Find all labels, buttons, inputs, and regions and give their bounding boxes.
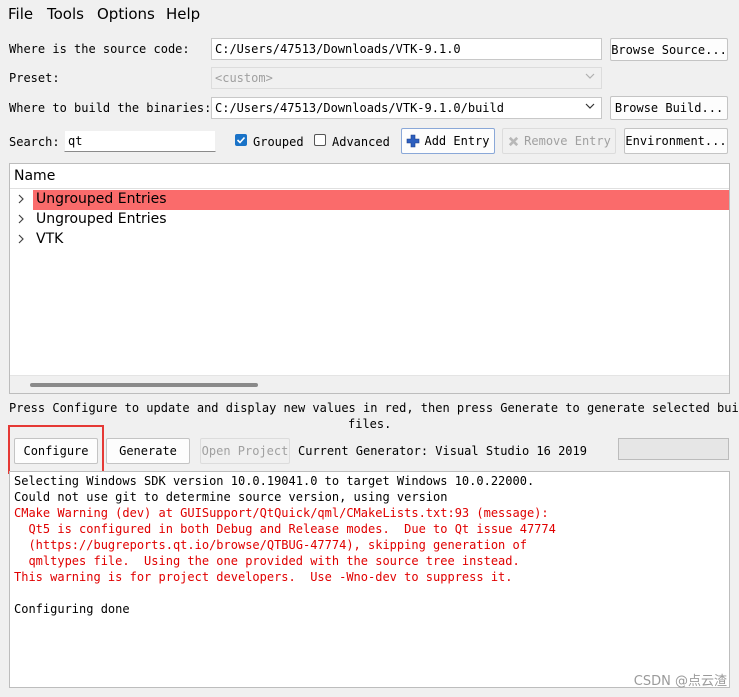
add-entry-label: Add Entry [424, 134, 490, 148]
menu-bar: File Tools Options Help [0, 0, 739, 28]
progress-bar [618, 438, 729, 460]
build-path-value: C:/Users/47513/Downloads/VTK-9.1.0/build [215, 101, 504, 115]
tree-row-ungrouped-entries-2[interactable]: Ungrouped Entries [10, 210, 729, 230]
source-label: Where is the source code: [9, 42, 190, 56]
tree-header[interactable]: Name [10, 164, 729, 189]
tree-row-vtk[interactable]: VTK [10, 230, 729, 250]
tree-row-ungrouped-entries-1[interactable]: Ungrouped Entries [10, 190, 729, 210]
browse-build-button[interactable]: Browse Build... [610, 96, 728, 120]
scrollbar-thumb[interactable] [30, 383, 258, 387]
source-path-input[interactable]: C:/Users/47513/Downloads/VTK-9.1.0 [211, 38, 602, 60]
menu-file[interactable]: File [8, 5, 33, 23]
chevron-right-icon[interactable] [16, 213, 26, 225]
horizontal-scrollbar[interactable] [10, 375, 729, 393]
grouped-label: Grouped [253, 135, 304, 149]
chevron-down-icon [585, 73, 595, 79]
open-project-label: Open Project [201, 444, 289, 458]
tree-row-label: Ungrouped Entries [36, 191, 167, 207]
configure-hint-text-cont: files. [348, 417, 392, 431]
log-line-warning: This warning is for project developers. … [14, 570, 513, 584]
preset-label: Preset: [9, 71, 60, 85]
output-log[interactable]: Selecting Windows SDK version 10.0.19041… [9, 471, 730, 688]
browse-build-label: Browse Build... [614, 101, 724, 115]
plus-icon [407, 134, 420, 148]
log-line-warning: (https://bugreports.qt.io/browse/QTBUG-4… [14, 538, 527, 552]
build-path-combo[interactable]: C:/Users/47513/Downloads/VTK-9.1.0/build [211, 97, 602, 119]
browse-source-button[interactable]: Browse Source... [610, 38, 728, 61]
checkmark-icon [236, 136, 246, 144]
log-line: Configuring done [14, 602, 130, 616]
preset-value: <custom> [215, 71, 273, 85]
remove-entry-label: Remove Entry [524, 134, 611, 148]
log-line-warning: qmltypes file. Using the one provided wi… [14, 554, 520, 568]
chevron-down-icon [585, 103, 595, 109]
remove-x-icon [508, 136, 519, 146]
name-column-header: Name [14, 168, 56, 184]
search-label: Search: [9, 135, 60, 149]
cache-tree-view[interactable]: Name Ungrouped Entries Ungrouped Entries… [9, 163, 730, 394]
log-line: Selecting Windows SDK version 10.0.19041… [14, 474, 535, 488]
browse-source-label: Browse Source... [611, 42, 727, 57]
chevron-right-icon[interactable] [16, 193, 26, 205]
log-line-warning: CMake Warning (dev) at GUISupport/QtQuic… [14, 506, 549, 520]
add-entry-button[interactable]: Add Entry [401, 128, 495, 154]
tree-row-label: Ungrouped Entries [36, 211, 167, 227]
log-line-warning: Qt5 is configured in both Debug and Rele… [14, 522, 556, 536]
menu-options[interactable]: Options [97, 5, 155, 23]
generate-label: Generate [119, 444, 177, 458]
chevron-right-icon[interactable] [16, 233, 26, 245]
menu-help[interactable]: Help [166, 5, 200, 23]
remove-entry-button[interactable]: Remove Entry [502, 128, 616, 154]
configure-hint-text: Press Configure to update and display ne… [9, 401, 739, 415]
search-input[interactable]: qt [64, 130, 216, 152]
menu-tools[interactable]: Tools [47, 5, 84, 23]
tree-row-label: VTK [36, 231, 64, 247]
advanced-checkbox[interactable] [314, 134, 326, 146]
build-label: Where to build the binaries: [9, 101, 212, 115]
advanced-label: Advanced [332, 135, 390, 149]
preset-combo[interactable]: <custom> [211, 67, 602, 89]
grouped-checkbox[interactable] [235, 134, 247, 146]
watermark-text: CSDN @点云渣 [633, 674, 727, 689]
log-line: Could not use git to determine source ve… [14, 490, 448, 504]
current-generator-text: Current Generator: Visual Studio 16 2019 [298, 444, 587, 458]
open-project-button[interactable]: Open Project [200, 438, 290, 464]
environment-button[interactable]: Environment... [624, 128, 728, 154]
annotation-highlight-box [8, 425, 104, 474]
environment-label: Environment... [625, 134, 727, 148]
generate-button[interactable]: Generate [106, 438, 190, 464]
